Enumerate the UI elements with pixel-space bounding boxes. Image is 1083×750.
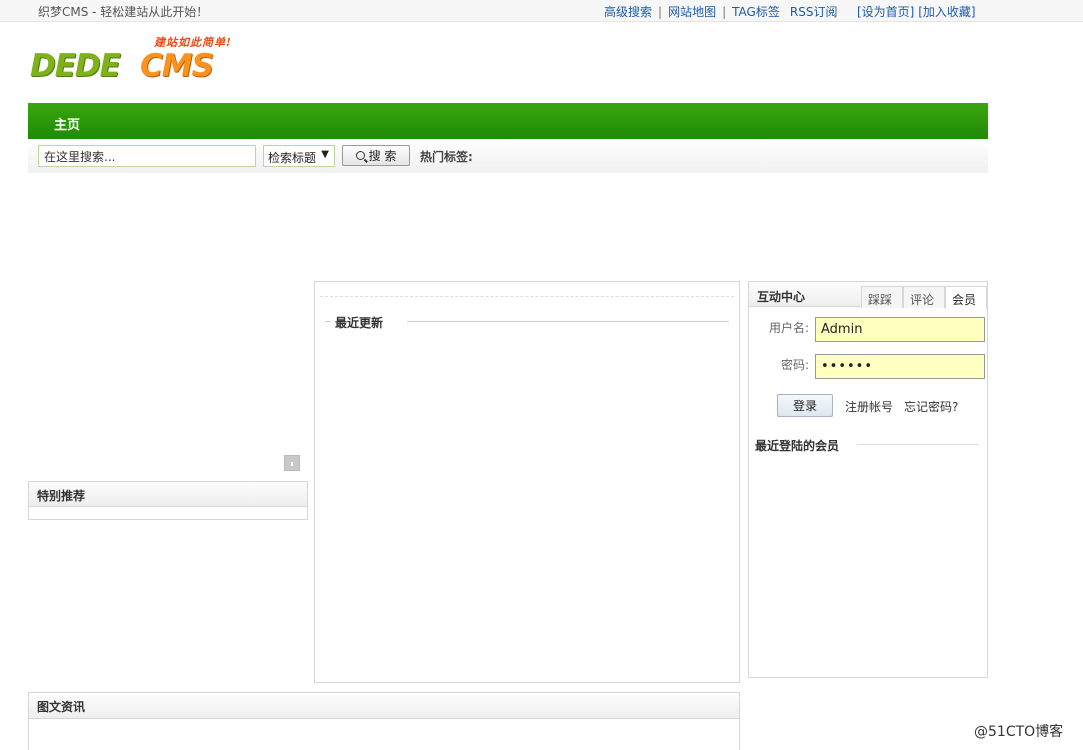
advanced-search-link[interactable]: 高级搜索 bbox=[604, 3, 652, 20]
top-right-links: [设为首页] [加入收藏] bbox=[857, 3, 976, 20]
divider bbox=[857, 444, 979, 445]
pic-news-title: 图文资讯 bbox=[29, 693, 739, 719]
member-center-title: 互动中心 bbox=[757, 290, 806, 304]
site-logo[interactable]: 建站如此简单! DEDE CMS bbox=[30, 34, 245, 90]
username-label: 用户名: bbox=[768, 321, 809, 335]
tab-member[interactable]: 会员 bbox=[945, 286, 987, 309]
logo-brand-right: CMS bbox=[140, 48, 214, 84]
rss-link[interactable]: RSS订阅 bbox=[790, 3, 838, 20]
search-button-label: 搜 索 bbox=[368, 149, 397, 163]
logo-brand-left: DEDE bbox=[30, 48, 121, 84]
top-bar: 织梦CMS - 轻松建站从此开始！ 高级搜索 | 网站地图 | TAG标签 | … bbox=[0, 0, 1083, 22]
member-center-box: 互动中心 踩踩 评论 会员 用户名: 密码: 登录 注册帐号 忘记密码? 最近登… bbox=[748, 281, 988, 678]
search-type-value: 检索标题 bbox=[268, 151, 317, 165]
separator: | bbox=[658, 4, 663, 19]
recent-updates-box: 最近更新 bbox=[314, 281, 740, 683]
pic-news-box: 图文资讯 bbox=[28, 692, 740, 750]
login-button[interactable]: 登录 bbox=[777, 394, 833, 417]
tab-dig[interactable]: 踩踩 bbox=[861, 286, 903, 308]
add-favorite-link[interactable]: [加入收藏] bbox=[918, 5, 975, 19]
search-button[interactable]: 搜 索 bbox=[342, 145, 410, 166]
recommend-box: 特别推荐 bbox=[28, 481, 308, 520]
watermark: @51CTO博客 bbox=[974, 724, 1064, 740]
recommend-title: 特别推荐 bbox=[29, 482, 307, 507]
dropdown-arrow-icon: ▼ bbox=[321, 149, 329, 160]
recent-updates-title: 最近更新 bbox=[335, 314, 388, 331]
password-label: 密码: bbox=[780, 358, 809, 372]
slider-control-icon[interactable] bbox=[284, 455, 300, 471]
recent-updates-header: 最近更新 bbox=[325, 313, 729, 331]
separator: | bbox=[722, 4, 727, 19]
divider bbox=[407, 321, 729, 322]
tag-link[interactable]: TAG标签 bbox=[732, 3, 780, 20]
separator: | bbox=[783, 5, 787, 19]
sitemap-link[interactable]: 网站地图 bbox=[668, 3, 716, 20]
register-link[interactable]: 注册帐号 bbox=[845, 398, 893, 415]
divider bbox=[320, 296, 734, 297]
welcome-text: 织梦CMS - 轻松建站从此开始！ bbox=[38, 5, 209, 19]
search-bar: 检索标题 ▼ 搜 索 热门标签: bbox=[28, 139, 988, 173]
tab-comment[interactable]: 评论 bbox=[903, 286, 945, 308]
main-nav: 主页 bbox=[28, 103, 988, 139]
forgot-password-link[interactable]: 忘记密码? bbox=[904, 398, 958, 415]
recent-members-title: 最近登陆的会员 bbox=[755, 439, 840, 453]
search-type-select[interactable]: 检索标题 ▼ bbox=[263, 145, 335, 167]
username-field[interactable] bbox=[815, 317, 985, 342]
hot-tags-label: 热门标签: bbox=[420, 150, 473, 164]
nav-item-home[interactable]: 主页 bbox=[54, 114, 80, 133]
set-home-link[interactable]: [设为首页] bbox=[857, 5, 914, 19]
top-links: 高级搜索 | 网站地图 | TAG标签 | RSS订阅 bbox=[604, 3, 837, 20]
search-input[interactable] bbox=[38, 145, 256, 167]
search-icon bbox=[355, 151, 365, 160]
password-field[interactable] bbox=[815, 354, 985, 379]
